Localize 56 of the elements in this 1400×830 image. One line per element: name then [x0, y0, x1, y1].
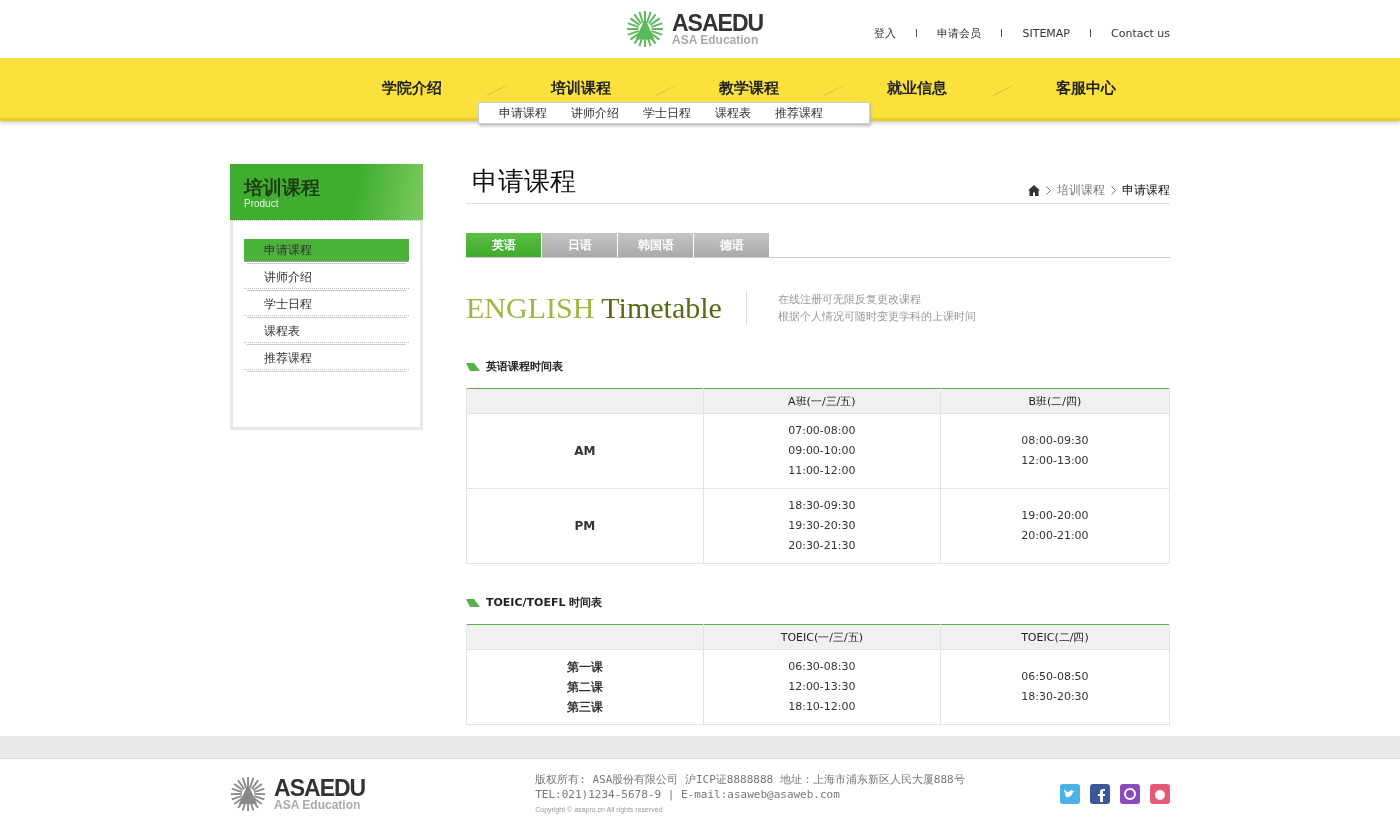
banner-text: 在线注册可无限反复更改课程	[778, 292, 922, 308]
table-cell: 08:00-09:30 12:00-13:00	[940, 413, 1170, 489]
sidebar-title: 培训课程	[244, 176, 321, 198]
column-header: TOEIC(一/三/五)	[703, 624, 941, 650]
logo-icon	[626, 10, 664, 48]
table-cell: 第一课 第二课 第三课	[466, 649, 704, 725]
nav-link[interactable]: 培训课程	[550, 79, 611, 97]
table-cell: 18:30-09:30 19:30-20:30 20:30-21:30	[703, 488, 941, 564]
sidebar-item[interactable]: 申请课程	[244, 239, 409, 262]
table-cell: PM	[466, 488, 704, 564]
logo-icon	[230, 775, 267, 813]
top-link[interactable]: Contact us	[1111, 26, 1170, 40]
breadcrumb-link[interactable]: 申请课程	[1122, 182, 1170, 199]
chevron-icon	[1046, 186, 1051, 195]
page-title: 申请课程	[472, 165, 576, 198]
sidebar-subtitle: Product	[244, 198, 280, 209]
nav-link[interactable]: 学院介绍	[382, 79, 443, 97]
nav-link[interactable]: 教学课程	[719, 79, 779, 97]
leaf-icon	[466, 598, 480, 607]
sidebar-item[interactable]: 讲师介绍	[244, 266, 409, 289]
table-cell: 06:30-08:30 12:00-13:30 18:10-12:00	[703, 649, 941, 725]
top-link[interactable]: SITEMAP	[1022, 26, 1070, 40]
leaf-icon	[466, 362, 480, 371]
nav-link[interactable]: 客服中心	[1055, 79, 1116, 97]
footer-logo-tagline: ASA Education	[274, 798, 362, 812]
section-heading: 英语课程时间表	[486, 359, 563, 374]
chevron-icon	[1111, 186, 1116, 195]
sidebar-item[interactable]: 课程表	[244, 320, 409, 343]
column-header: TOEIC(二/四)	[940, 624, 1170, 650]
sidebar-item[interactable]: 学士日程	[244, 293, 409, 316]
column-header: A班(一/三/五)	[703, 388, 941, 414]
nav-link[interactable]: 就业信息	[887, 79, 948, 97]
table-cell: 06:50-08:50 18:30-20:30	[940, 649, 1170, 725]
banner-title: ENGLISH Timetable	[466, 291, 747, 325]
facebook-icon[interactable]	[1090, 784, 1110, 804]
banner-text: 根据个人情况可随时变更学科的上课时间	[778, 309, 976, 325]
top-link[interactable]: 申请会员	[937, 25, 982, 41]
home-icon[interactable]	[1028, 185, 1040, 196]
submenu-link[interactable]: 推荐课程	[775, 104, 824, 122]
section-heading: TOEIC/TOEFL 时间表	[486, 595, 603, 610]
top-link[interactable]: 登入	[874, 25, 897, 41]
submenu-link[interactable]: 申请课程	[499, 104, 548, 122]
table-cell: AM	[466, 413, 704, 489]
table-cell: 07:00-08:00 09:00-10:00 11:00-12:00	[703, 413, 941, 489]
footer-text: 版权所有: ASA股份有限公司 沪ICP证8888888 地址：上海市浦东新区人民大厦888号	[535, 771, 965, 787]
logo-tagline: ASA Education	[672, 33, 760, 47]
column-header: B班(二/四)	[940, 388, 1170, 414]
footer-text: TEL:021)1234-5678-9 | E-mail:asaweb@asaweb.com	[535, 786, 841, 802]
logo-name: ASAEDU	[672, 11, 764, 34]
breadcrumb-link[interactable]: 培训课程	[1057, 182, 1105, 199]
submenu-link[interactable]: 讲师介绍	[571, 104, 620, 122]
submenu-link[interactable]: 学士日程	[643, 104, 692, 122]
table-cell: 19:00-20:00 20:00-21:00	[940, 488, 1170, 564]
submenu-link[interactable]: 课程表	[715, 104, 752, 122]
sidebar-item[interactable]: 推荐课程	[244, 347, 409, 370]
footer-logo-name: ASAEDU	[274, 776, 366, 799]
